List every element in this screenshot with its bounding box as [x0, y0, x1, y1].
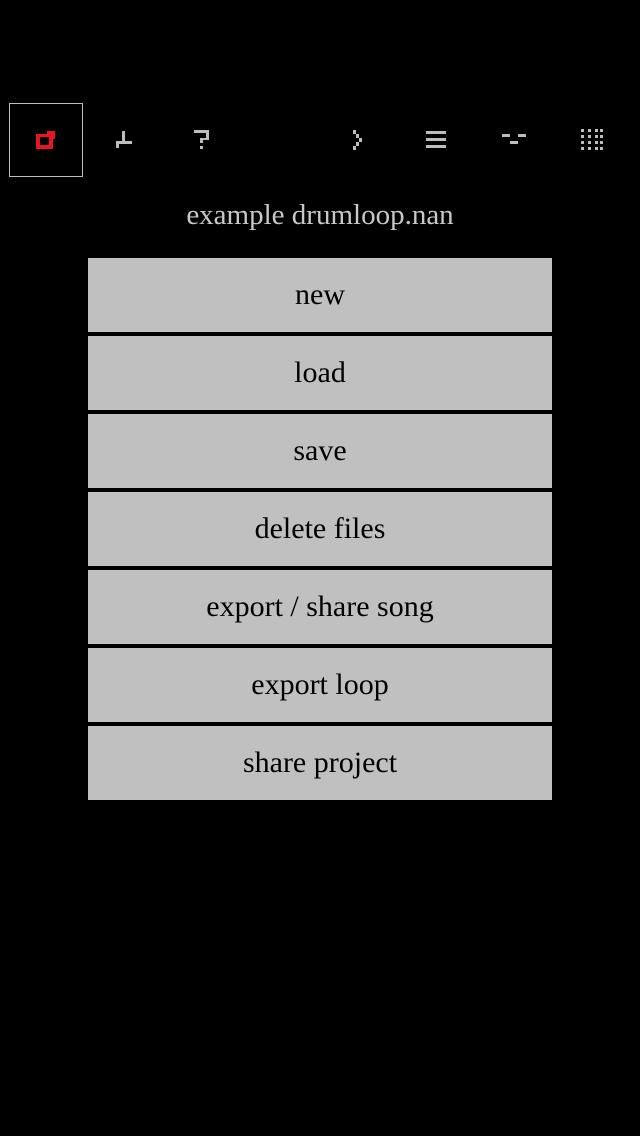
- delete-files-button[interactable]: delete files: [88, 492, 552, 566]
- play-icon: [353, 130, 362, 150]
- sample-edit-icon: [116, 131, 132, 148]
- project-filename: example drumloop.nan: [186, 199, 454, 231]
- share-project-button[interactable]: share project: [88, 726, 552, 800]
- pattern-icon: [502, 134, 526, 144]
- tool-pattern-button[interactable]: [477, 103, 551, 177]
- file-menu: new load save delete files export / shar…: [88, 258, 552, 804]
- tool-track-list-button[interactable]: [399, 103, 473, 177]
- export-share-song-button[interactable]: export / share song: [88, 570, 552, 644]
- export-loop-button[interactable]: export loop: [88, 648, 552, 722]
- save-button[interactable]: save: [88, 414, 552, 488]
- help-icon: [194, 130, 209, 149]
- tool-grid-button[interactable]: [555, 103, 629, 177]
- tool-file-button[interactable]: [9, 103, 83, 177]
- grid-icon: [581, 129, 603, 150]
- top-toolbar: [0, 102, 640, 178]
- load-button[interactable]: load: [88, 336, 552, 410]
- tool-help-button[interactable]: [165, 103, 239, 177]
- tool-play-button[interactable]: [321, 103, 395, 177]
- track-list-icon: [426, 131, 446, 148]
- file-menu-icon: [36, 131, 55, 149]
- new-button[interactable]: new: [88, 258, 552, 332]
- tool-sample-edit-button[interactable]: [87, 103, 161, 177]
